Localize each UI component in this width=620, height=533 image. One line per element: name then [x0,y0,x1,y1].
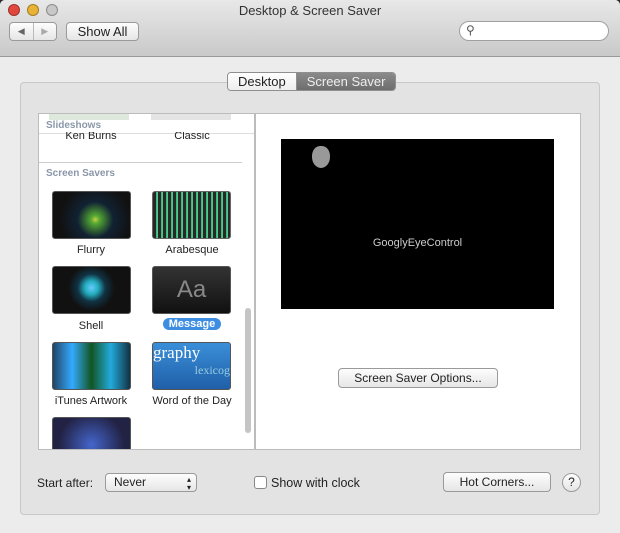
tab-bar: Desktop Screen Saver [227,72,397,91]
back-button[interactable]: ◀ [10,23,34,40]
toolbar: Desktop & Screen Saver ◀ ▶ Show All ⚲ [0,0,620,57]
screen-savers-header: Screen Savers [46,168,115,179]
screen-saver-list: Slideshows Ken Burns Classic Screen Save… [38,113,255,450]
start-after-value: Never [114,475,147,489]
forward-button[interactable]: ▶ [34,23,57,40]
show-with-clock-label[interactable]: Show with clock [271,476,360,490]
start-after-label: Start after: [37,476,94,490]
hot-corners-button[interactable]: Hot Corners... [443,472,551,492]
word-thumb-text2: lexicog [194,363,230,377]
list-item-shell[interactable]: Shell [39,320,146,332]
itunes-artwork-thumbnail[interactable] [52,342,131,390]
start-after-select[interactable]: Never ▴ ▾ [105,473,197,492]
arabesque-thumbnail[interactable] [152,191,231,239]
apple-logo-icon [312,146,330,168]
window-title: Desktop & Screen Saver [238,3,382,18]
list-item-message[interactable]: Message [137,318,247,330]
screen-saver-options-button[interactable]: Screen Saver Options... [338,368,498,388]
shell-thumbnail[interactable] [52,266,131,314]
word-thumb-text: graphy [153,343,201,362]
preview-pane: GooglyEyeControl Screen Saver Options... [255,113,581,450]
word-of-the-day-thumbnail[interactable]: graphy lexicog [152,342,231,390]
list-item-flurry[interactable]: Flurry [39,244,146,256]
list-item-word-of-the-day[interactable]: Word of the Day [137,395,247,407]
search-input[interactable]: ⚲ [459,21,609,41]
back-forward-control: ◀ ▶ [9,22,57,41]
next-thumbnail[interactable] [52,417,131,449]
slideshows-header: Slideshows [46,120,102,131]
help-button[interactable]: ? [562,473,581,492]
tab-screen-saver[interactable]: Screen Saver [296,73,396,90]
show-with-clock-checkbox[interactable] [254,476,267,489]
list-item-classic[interactable]: Classic [137,132,247,141]
list-item-arabesque[interactable]: Arabesque [137,244,247,256]
scrollbar[interactable] [245,308,251,433]
window: Desktop & Screen Saver ◀ ▶ Show All ⚲ De… [0,0,620,533]
search-icon: ⚲ [466,23,475,37]
selected-label: Message [162,318,222,330]
tab-desktop[interactable]: Desktop [228,73,297,90]
list-item-ken-burns[interactable]: Ken Burns [39,132,146,141]
list-item-itunes-artwork[interactable]: iTunes Artwork [39,395,146,407]
message-thumbnail[interactable]: Aa [152,266,231,314]
stepper-arrows-icon: ▴ ▾ [186,475,191,492]
show-all-button[interactable]: Show All [66,22,139,41]
preview-screen: GooglyEyeControl [281,139,554,309]
preview-text: GooglyEyeControl [372,237,463,249]
flurry-thumbnail[interactable] [52,191,131,239]
